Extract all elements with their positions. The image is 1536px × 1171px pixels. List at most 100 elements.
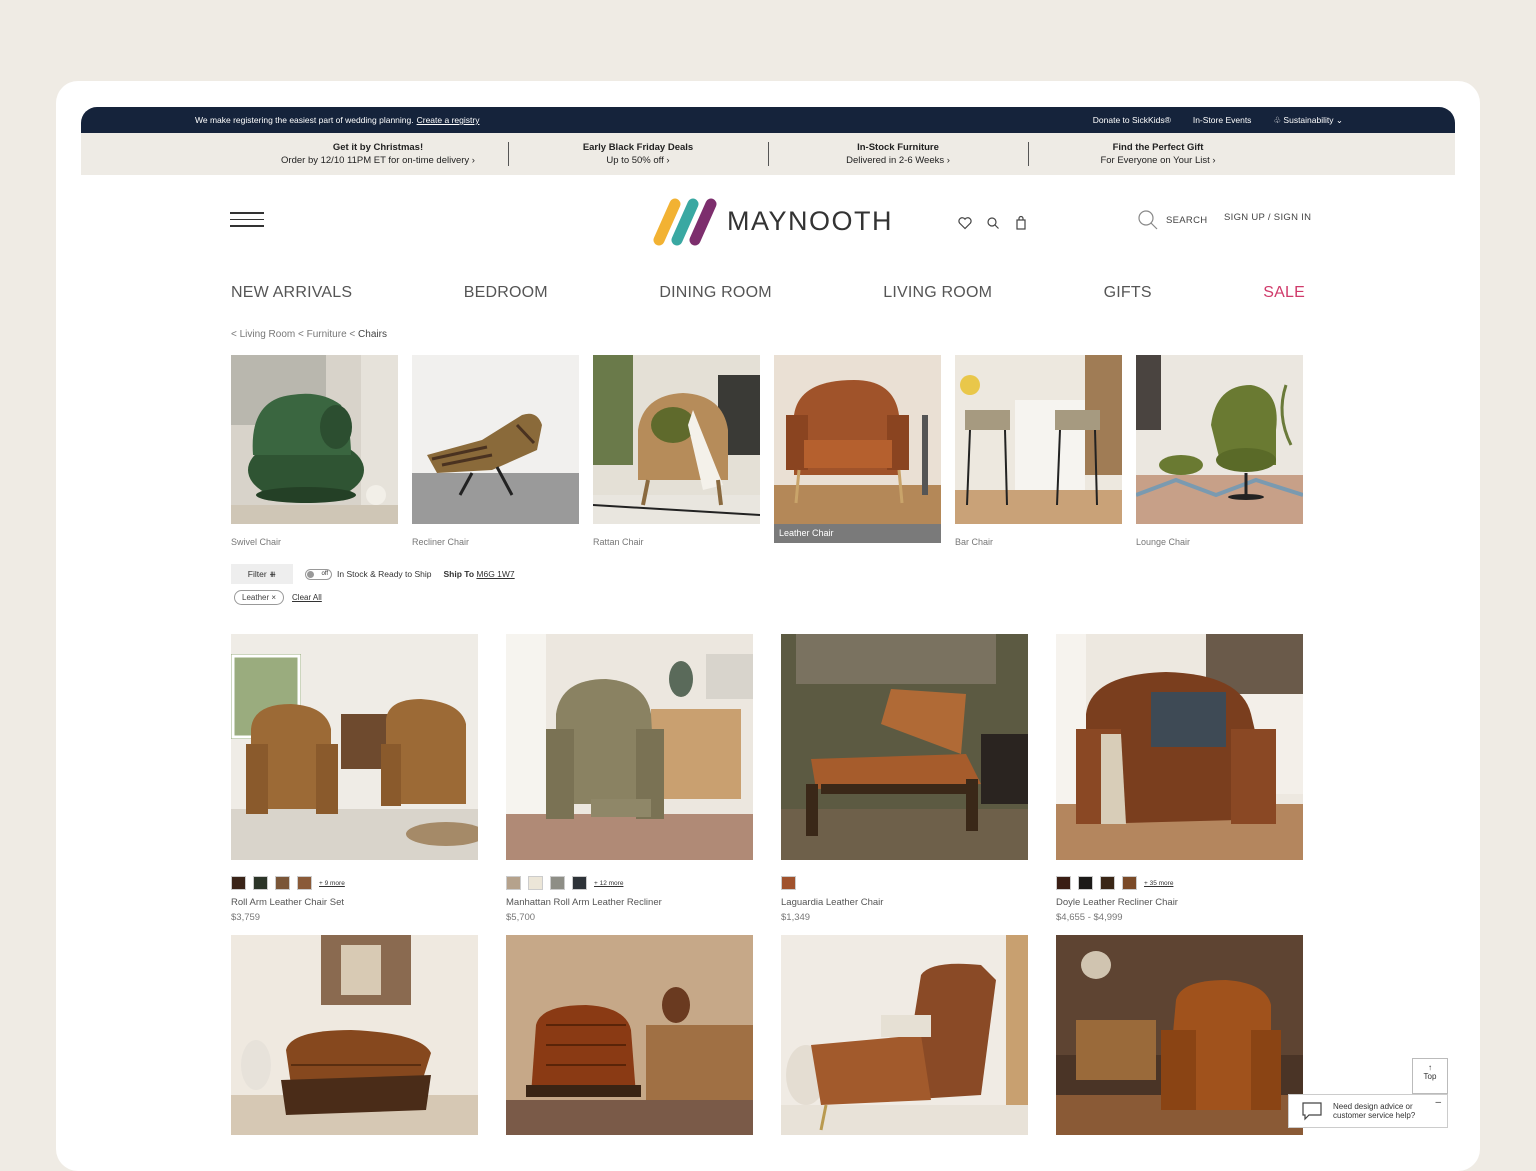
- search-icon[interactable]: [985, 215, 1001, 231]
- breadcrumb-furniture[interactable]: Furniture: [307, 329, 347, 340]
- promo-black-friday[interactable]: Early Black Friday Deals Up to 50% off ›: [509, 141, 768, 167]
- chevron-down-icon: ⌄: [1333, 115, 1343, 125]
- create-registry-link[interactable]: Create a registry: [417, 115, 480, 125]
- swatch[interactable]: [528, 876, 543, 890]
- product-name[interactable]: Roll Arm Leather Chair Set: [231, 897, 478, 908]
- category-rattan-chair[interactable]: Rattan Chair: [592, 355, 761, 547]
- toggle-switch[interactable]: off: [305, 568, 332, 580]
- swatch[interactable]: [506, 876, 521, 890]
- product-image: [231, 935, 478, 1135]
- chat-icon: [1302, 1102, 1322, 1121]
- sign-in-link[interactable]: SIGN UP / SIGN IN: [1224, 212, 1311, 223]
- leaf-icon: ♧: [1273, 115, 1284, 125]
- swatch[interactable]: [297, 876, 312, 890]
- swatch[interactable]: [1100, 876, 1115, 890]
- breadcrumb: < Living Room < Furniture < Chairs: [231, 329, 387, 340]
- filter-chip-leather[interactable]: Leather ×: [234, 590, 285, 605]
- category-label: Recliner Chair: [412, 537, 470, 547]
- minimize-icon[interactable]: –: [1435, 1097, 1441, 1108]
- clear-all-link[interactable]: Clear All: [292, 593, 322, 602]
- category-label: Swivel Chair: [231, 537, 282, 547]
- donate-link[interactable]: Donate to SickKids®: [1093, 115, 1171, 126]
- product-image: [231, 634, 486, 860]
- color-swatches: + 9 more: [231, 876, 478, 890]
- product-card[interactable]: Laguardia Leather Chair $1,349: [781, 634, 1028, 923]
- more-colors-link[interactable]: + 12 more: [594, 880, 623, 887]
- nav-bedroom[interactable]: BEDROOM: [464, 284, 548, 302]
- back-to-top-button[interactable]: ↑ Top: [1412, 1058, 1448, 1094]
- nav-new-arrivals[interactable]: NEW ARRIVALS: [231, 284, 352, 302]
- promo-christmas[interactable]: Get it by Christmas! Order by 12/10 11PM …: [249, 141, 508, 167]
- product-image: [506, 634, 753, 860]
- product-name[interactable]: Manhattan Roll Arm Leather Recliner: [506, 897, 753, 908]
- browser-frame: We make registering the easiest part of …: [56, 81, 1480, 1171]
- swatch[interactable]: [1122, 876, 1137, 890]
- category-label: Lounge Chair: [1136, 537, 1191, 547]
- product-name[interactable]: Laguardia Leather Chair: [781, 897, 1028, 908]
- arrow-up-icon: ↑: [1428, 1063, 1432, 1072]
- category-lounge-chair[interactable]: Lounge Chair: [1135, 355, 1304, 547]
- color-swatches: + 35 more: [1056, 876, 1303, 890]
- product-image: [781, 935, 1028, 1135]
- logo-mark-icon: [653, 198, 717, 246]
- swatch[interactable]: [231, 876, 246, 890]
- product-name[interactable]: Doyle Leather Recliner Chair: [1056, 897, 1303, 908]
- more-colors-link[interactable]: + 9 more: [319, 880, 345, 887]
- category-label: Rattan Chair: [593, 537, 644, 547]
- promo-bar: Get it by Christmas! Order by 12/10 11PM …: [81, 133, 1455, 175]
- product-card[interactable]: + 35 more Doyle Leather Recliner Chair $…: [1056, 634, 1303, 923]
- product-card[interactable]: + 9 more Roll Arm Leather Chair Set $3,7…: [231, 634, 486, 923]
- product-price: $4,655 - $4,999: [1056, 912, 1123, 923]
- more-colors-link[interactable]: + 35 more: [1144, 880, 1173, 887]
- swatch[interactable]: [1078, 876, 1093, 890]
- color-swatches: + 12 more: [506, 876, 753, 890]
- product-card[interactable]: [781, 935, 1028, 1140]
- product-card[interactable]: [231, 935, 478, 1140]
- main-nav: NEW ARRIVALS BEDROOM DINING ROOM LIVING …: [231, 284, 1305, 302]
- in-store-events-link[interactable]: In-Store Events: [1193, 115, 1252, 126]
- help-chat-widget[interactable]: Need design advice or customer service he…: [1288, 1094, 1448, 1128]
- category-recliner-chair[interactable]: Recliner Chair: [412, 355, 579, 547]
- product-price: $1,349: [781, 912, 811, 923]
- announcement-bar: We make registering the easiest part of …: [81, 107, 1455, 133]
- category-label: Bar Chair: [955, 537, 994, 547]
- filter-button[interactable]: Filter ⧻: [231, 564, 293, 584]
- sustainability-link[interactable]: ♧ Sustainability ⌄: [1273, 115, 1343, 126]
- swatch[interactable]: [1056, 876, 1071, 890]
- nav-living-room[interactable]: LIVING ROOM: [883, 284, 992, 302]
- swatch[interactable]: [550, 876, 565, 890]
- nav-sale[interactable]: SALE: [1263, 284, 1305, 302]
- product-grid-row-2: [231, 935, 1303, 1140]
- breadcrumb-current: Chairs: [358, 329, 387, 340]
- cart-icon[interactable]: [1013, 215, 1029, 231]
- product-card[interactable]: + 12 more Manhattan Roll Arm Leather Rec…: [506, 634, 753, 923]
- product-image: [1056, 935, 1303, 1135]
- swatch[interactable]: [275, 876, 290, 890]
- postal-code-link[interactable]: M6G 1W7: [476, 569, 514, 579]
- announcement-text: We make registering the easiest part of …: [195, 115, 414, 125]
- breadcrumb-living-room[interactable]: Living Room: [240, 329, 296, 340]
- bar-chair-image: [955, 355, 1122, 524]
- swatch[interactable]: [572, 876, 587, 890]
- in-stock-toggle[interactable]: off In Stock & Ready to Ship: [305, 568, 432, 580]
- search-box[interactable]: SEARCH: [1136, 208, 1207, 232]
- swatch[interactable]: [253, 876, 268, 890]
- product-image: [1056, 634, 1303, 860]
- lounge-chair-image: [1135, 355, 1304, 524]
- menu-icon[interactable]: [230, 212, 264, 227]
- product-card[interactable]: [506, 935, 753, 1140]
- heart-icon[interactable]: [957, 215, 973, 231]
- color-swatches: [781, 876, 1028, 890]
- brand-logo[interactable]: MAYNOOTH: [651, 196, 893, 246]
- category-swivel-chair[interactable]: Swivel Chair: [231, 355, 398, 547]
- swatch[interactable]: [781, 876, 796, 890]
- category-bar-chair[interactable]: Bar Chair: [955, 355, 1122, 547]
- nav-gifts[interactable]: GIFTS: [1104, 284, 1152, 302]
- promo-gift[interactable]: Find the Perfect Gift For Everyone on You…: [1029, 141, 1288, 167]
- search-label: SEARCH: [1166, 214, 1208, 226]
- product-card[interactable]: [1056, 935, 1303, 1140]
- brand-name: MAYNOOTH: [727, 205, 893, 236]
- nav-dining-room[interactable]: DINING ROOM: [659, 284, 771, 302]
- category-leather-chair[interactable]: Leather Chair: [774, 355, 941, 547]
- promo-in-stock[interactable]: In-Stock Furniture Delivered in 2-6 Weeks…: [769, 141, 1028, 167]
